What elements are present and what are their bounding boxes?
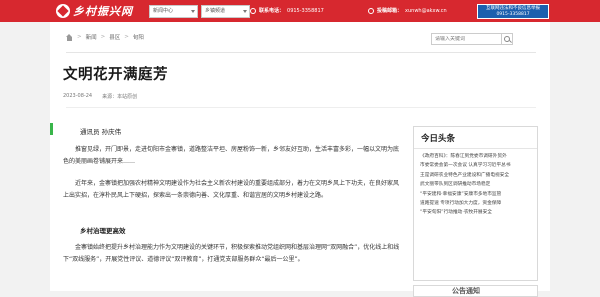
town-select[interactable]: 乡镇频道 (201, 5, 250, 18)
chevron-down-icon (191, 10, 195, 13)
report-hotline-banner[interactable]: 互联网违法和不良信息举报 0915-3358817 (477, 4, 549, 19)
breadcrumb: > 新闻 > 县区 > 旬阳 (66, 33, 144, 41)
notice-panel: 公告通知 (413, 285, 538, 297)
channel-select-value: 新闻中心 (153, 8, 174, 14)
search-input[interactable] (435, 36, 487, 42)
phone-icon (250, 7, 256, 14)
headline-item[interactable]: “平安建和·幸福安康”安康市多地市监管 (420, 190, 532, 199)
article-meta: 2023-08-24 来源：本站原创 (63, 93, 137, 100)
breadcrumb-item-county[interactable]: 县区 (109, 33, 120, 41)
article-paragraph: 推窗见绿，开门即景，走进旬阳市金寨镇，道路整洁平坦、房屋粉饰一新，乡邻友好互助，… (63, 146, 400, 165)
top-bar: 乡村振兴网 新闻中心 乡镇频道 联系电话： 0915-3358817 投稿邮箱：… (0, 0, 600, 22)
logo-icon (56, 4, 70, 18)
article-paragraph: 金寨镇始终把提升乡村治理能力作为文明建设的关键环节，积极探索推动党组织网和基层治… (63, 244, 400, 263)
town-select-value: 乡镇频道 (205, 8, 226, 14)
home-icon[interactable] (66, 33, 73, 41)
contact-phone: 联系电话： 0915-3358817 (250, 7, 324, 14)
contact-email: 投稿邮箱： xunwh@akxw.cn (368, 7, 447, 14)
headline-item[interactable]: 道路提速 专项行动加大力度，资金保障 (420, 199, 532, 208)
logo-text: 乡村振兴网 (73, 5, 133, 18)
divider (66, 52, 536, 53)
contact-phone-label: 联系电话： (259, 8, 285, 14)
breadcrumb-item-xunyang[interactable]: 旬阳 (133, 33, 144, 41)
mail-icon (368, 7, 374, 14)
article-title: 文明花开满庭芳 (63, 67, 168, 83)
divider (66, 107, 536, 108)
article-paragraph: 近年来，金寨镇把加强农村精神文明建设作为社会主义新农村建设的重要组成部分，着力在… (63, 180, 400, 199)
headline-list: 《政府百科》：陈春江到党委市调研外贸外 市委常委会第一次会议 认真学习习近平总书… (420, 152, 532, 218)
accent-bar (50, 123, 53, 135)
divider (414, 148, 537, 149)
article-subheading: 乡村治理更高效 (80, 227, 126, 235)
notice-panel-title: 公告通知 (452, 286, 480, 295)
chevron-down-icon (243, 10, 247, 13)
article-author: 通讯员 孙庆伟 (80, 128, 122, 136)
breadcrumb-item-news[interactable]: 新闻 (86, 33, 97, 41)
contact-phone-value: 0915-3358817 (287, 7, 324, 14)
contact-email-label: 投稿邮箱： (377, 8, 403, 14)
headline-item[interactable]: 市委常委会第一次会议 认真学习习近平总书 (420, 161, 532, 170)
headline-item[interactable]: “平安旬阳”行动推动·农牧开展安全 (420, 208, 532, 217)
sidebar-title: 今日头条 (421, 134, 456, 144)
today-headlines-panel: 今日头条 《政府百科》：陈春江到党委市调研外贸外 市委常委会第一次会议 认真学习… (413, 126, 538, 281)
article-date: 2023-08-24 (63, 93, 93, 99)
channel-select[interactable]: 新闻中心 (149, 5, 198, 18)
search-icon[interactable] (501, 33, 513, 45)
headline-item[interactable]: 武文丽带队到区调研推动市场稳定 (420, 180, 532, 189)
hotline-line2: 0915-3358817 (496, 12, 530, 17)
headline-item[interactable]: 《政府百科》：陈春江到党委市调研外贸外 (420, 152, 532, 161)
headline-item[interactable]: 王是调研农业特色产业建设和广播电视安全 (420, 171, 532, 180)
search-box[interactable] (431, 33, 504, 45)
article-source: 来源：本站原创 (102, 94, 138, 100)
contact-email-value[interactable]: xunwh@akxw.cn (405, 8, 447, 14)
site-logo[interactable]: 乡村振兴网 (56, 3, 133, 19)
